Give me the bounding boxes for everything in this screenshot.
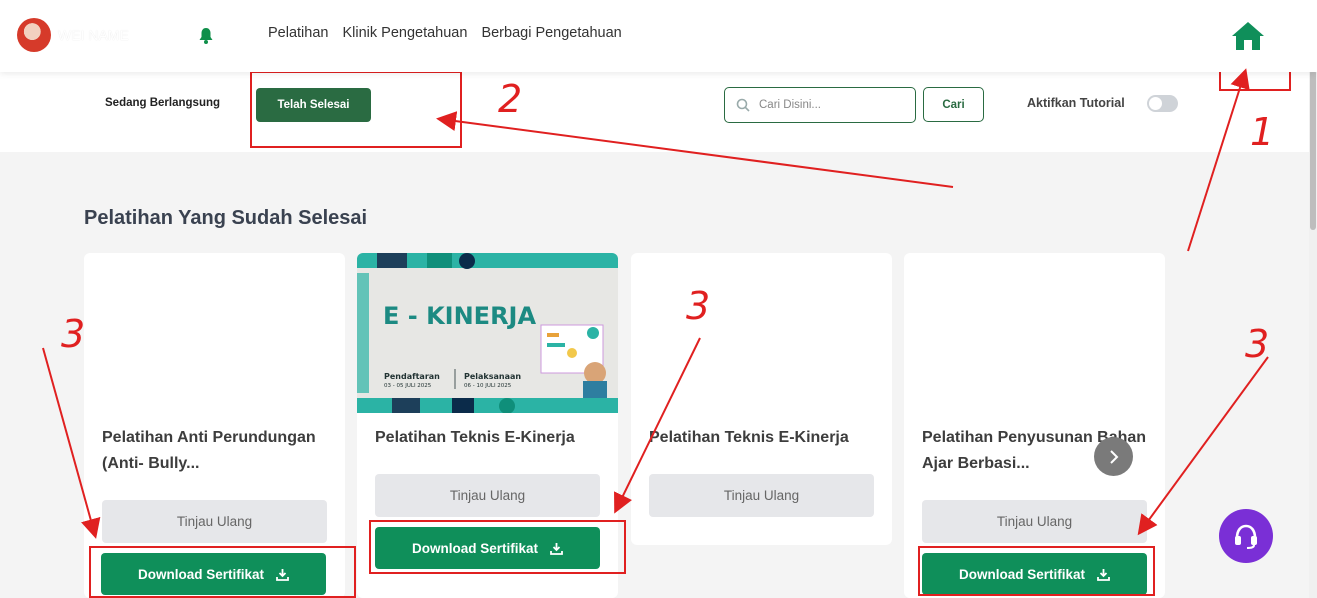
help-support-button[interactable]: [1219, 509, 1273, 563]
bell-icon[interactable]: [199, 28, 213, 44]
page: WEI NAME Pelatihan Klinik Pengetahuan Be…: [0, 0, 1317, 598]
annotation-number: 3: [1245, 322, 1270, 366]
tab-sedang-berlangsung[interactable]: Sedang Berlangsung: [105, 97, 220, 109]
annotation-box-tab: [250, 71, 462, 148]
tutorial-label: Aktifkan Tutorial: [1027, 96, 1125, 110]
banner-reg-label: Pendaftaran: [384, 372, 440, 381]
headset-icon: [1235, 524, 1257, 549]
toggle-knob: [1149, 97, 1162, 110]
course-title: Pelatihan Teknis E-Kinerja: [649, 429, 849, 446]
e-kinerja-banner: E - KINERJA Pendaftaran 03 - 05 JULI 202…: [357, 253, 618, 413]
username[interactable]: WEI NAME: [58, 27, 129, 43]
review-button[interactable]: Tinjau Ulang: [375, 474, 600, 517]
search-input[interactable]: [759, 96, 909, 114]
scrollbar-thumb[interactable]: [1310, 70, 1316, 230]
annotation-box-download-2: [369, 520, 626, 574]
carousel-next-button[interactable]: [1094, 437, 1133, 476]
home-icon[interactable]: [1230, 20, 1266, 52]
main-nav: Pelatihan Klinik Pengetahuan Berbagi Pen…: [268, 25, 622, 41]
review-button[interactable]: Tinjau Ulang: [649, 474, 874, 517]
search-box: [724, 87, 916, 123]
nav-item-pelatihan[interactable]: Pelatihan: [268, 25, 328, 41]
chevron-right-icon: [1109, 449, 1118, 464]
annotation-box-download-1: [89, 546, 356, 598]
course-title: Pelatihan Teknis E-Kinerja: [375, 429, 575, 446]
review-button[interactable]: Tinjau Ulang: [922, 500, 1147, 543]
nav-item-berbagi-pengetahuan[interactable]: Berbagi Pengetahuan: [481, 25, 621, 41]
course-banner-image: E - KINERJA Pendaftaran 03 - 05 JULI 202…: [357, 253, 618, 413]
annotation-box-download-3: [918, 546, 1155, 596]
annotation-number: 1: [1250, 110, 1275, 154]
avatar[interactable]: [17, 18, 51, 52]
filter-bar: Sedang Berlangsung Telah Selesai Cari Ak…: [0, 72, 1317, 152]
banner-exec-date: 06 - 10 JULI 2025: [464, 383, 512, 389]
review-button[interactable]: Tinjau Ulang: [102, 500, 327, 543]
course-card: Pelatihan Teknis E-Kinerja Tinjau Ulang: [631, 253, 892, 545]
section-title: Pelatihan Yang Sudah Selesai: [84, 207, 368, 229]
course-title: Pelatihan Anti Perundungan (Anti- Bully.…: [102, 429, 316, 472]
annotation-number: 2: [498, 77, 523, 121]
tutorial-toggle[interactable]: [1147, 95, 1178, 112]
search-button[interactable]: Cari: [923, 87, 984, 122]
banner-exec-label: Pelaksanaan: [464, 372, 521, 381]
banner-reg-date: 03 - 05 JULI 2025: [384, 383, 432, 389]
banner-headline: E - KINERJA: [383, 302, 536, 330]
top-navbar: WEI NAME Pelatihan Klinik Pengetahuan Be…: [0, 0, 1317, 72]
nav-item-klinik-pengetahuan[interactable]: Klinik Pengetahuan: [342, 25, 467, 41]
annotation-number: 3: [686, 284, 711, 328]
search-icon: [736, 98, 750, 112]
page-scrollbar[interactable]: [1309, 0, 1317, 598]
annotation-number: 3: [61, 312, 86, 356]
